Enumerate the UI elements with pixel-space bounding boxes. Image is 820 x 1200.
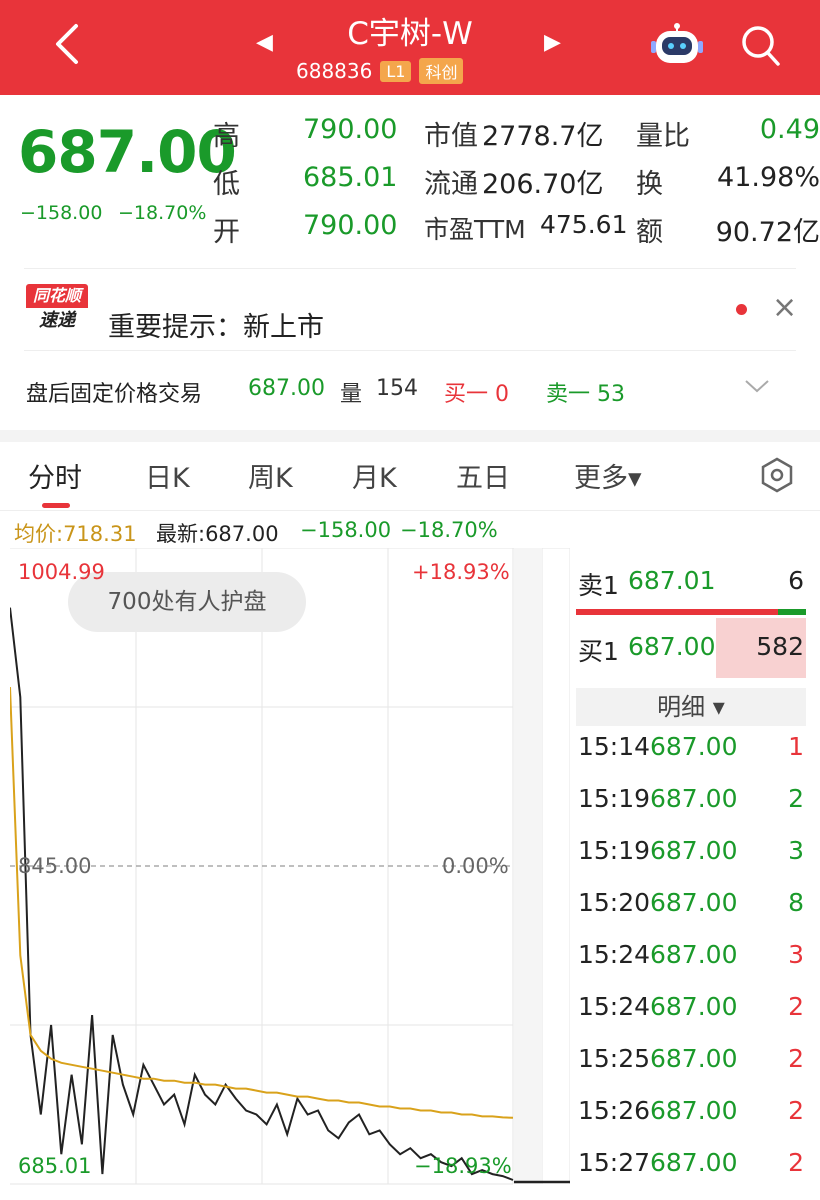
chart-max-pct: +18.93% — [412, 560, 510, 584]
market-cap-value: 2778.7亿 — [482, 121, 604, 152]
pe-label: 市盈TTM — [424, 215, 526, 244]
turnover-label: 换 — [636, 169, 663, 200]
search-icon[interactable] — [738, 22, 782, 68]
tab-daily-k[interactable]: 日K — [145, 456, 190, 495]
sell1-volume: 6 — [788, 566, 804, 595]
latest-price: 最新:687.00 — [156, 522, 279, 546]
volume-ratio-value: 0.49 — [759, 114, 820, 145]
market-cap-label: 市值 — [424, 121, 478, 152]
tick-volume: 2 — [788, 784, 804, 813]
tick-volume: 3 — [788, 836, 804, 865]
unread-dot — [736, 304, 747, 315]
tick-volume: 2 — [788, 992, 804, 1021]
tick-time: 15:25 — [578, 1044, 651, 1073]
tick-time: 15:24 — [578, 992, 651, 1021]
sell1-price: 687.01 — [628, 566, 716, 595]
sub-change: −158.00 — [300, 518, 392, 542]
after-hours-buy1: 买一 0 — [444, 382, 509, 407]
volume-ratio-label: 量比 — [636, 121, 690, 152]
tick-volume: 3 — [788, 940, 804, 969]
tick-price: 687.00 — [650, 992, 738, 1021]
tick-price: 687.00 — [650, 940, 738, 969]
float-cap-value: 206.70亿 — [482, 169, 604, 200]
tick-price: 687.00 — [650, 1044, 738, 1073]
tick-time: 15:14 — [578, 732, 651, 761]
tick-price: 687.00 — [650, 888, 738, 917]
divider — [24, 268, 796, 269]
chart-min-label: 685.01 — [18, 1154, 92, 1178]
tick-price: 687.00 — [650, 732, 738, 761]
tab-monthly-k[interactable]: 月K — [352, 456, 397, 495]
turnover-value: 41.98% — [717, 162, 820, 193]
sell-ratio-bar — [576, 609, 778, 615]
pe-value: 475.61 — [540, 210, 628, 239]
tick-time: 15:19 — [578, 784, 651, 813]
tab-five-day[interactable]: 五日 — [456, 456, 510, 495]
after-hours-sell1: 卖一 53 — [546, 382, 625, 407]
stock-code: 688836 — [296, 59, 373, 83]
tick-time: 15:20 — [578, 888, 651, 917]
prev-stock-icon[interactable]: ◀ — [256, 30, 273, 55]
amount-value: 90.72亿 — [715, 217, 820, 248]
tick-volume: 1 — [788, 732, 804, 761]
buy1-label: 买1 — [578, 637, 619, 666]
tick-price: 687.00 — [650, 1148, 738, 1177]
after-hours-vol-label: 量 — [340, 382, 363, 407]
tab-intraday[interactable]: 分时 — [28, 456, 82, 495]
assistant-robot-icon[interactable] — [650, 22, 704, 68]
alert-message[interactable]: 重要提示：新上市 — [108, 305, 324, 344]
stock-code-row: 688836 L1 科创 — [296, 58, 464, 84]
close-icon[interactable]: × — [772, 290, 797, 325]
buy-ratio-bar — [778, 609, 806, 615]
board-badge: 科创 — [419, 58, 464, 84]
low-value: 685.01 — [303, 162, 398, 193]
chevron-down-icon[interactable] — [744, 378, 770, 394]
tick-price: 687.00 — [650, 784, 738, 813]
active-tab-indicator — [42, 503, 70, 508]
tick-time: 15:27 — [578, 1148, 651, 1177]
tick-time: 15:26 — [578, 1096, 651, 1125]
high-value: 790.00 — [303, 114, 398, 145]
price-change: −158.00 — [20, 202, 103, 224]
top-bar: C宇树-W ◀ ▶ 688836 L1 科创 — [0, 0, 820, 95]
chart-mid-label: 845.00 — [18, 854, 92, 878]
chart-min-pct: −18.93% — [414, 1154, 512, 1178]
after-hours-label: 盘后固定价格交易 — [26, 382, 203, 407]
tick-volume: 2 — [788, 1148, 804, 1177]
divider — [24, 350, 796, 351]
low-label: 低 — [213, 169, 240, 200]
tab-more[interactable]: 更多▾ — [574, 456, 642, 495]
after-hours-vol: 154 — [376, 376, 418, 401]
sub-change-percent: −18.70% — [400, 518, 498, 542]
tick-price: 687.00 — [650, 1096, 738, 1125]
after-hours-price: 687.00 — [248, 376, 325, 401]
chart-max-label: 1004.99 — [18, 560, 105, 584]
tick-price: 687.00 — [650, 836, 738, 865]
high-label: 高 — [213, 121, 240, 152]
tick-time: 15:24 — [578, 940, 651, 969]
divider — [0, 510, 820, 511]
detail-dropdown[interactable]: 明细 ▾ — [576, 688, 806, 726]
chart-settings-icon[interactable] — [758, 456, 796, 494]
ths-news-logo: 同花顺 速递 — [26, 284, 88, 336]
open-value: 790.00 — [303, 210, 398, 241]
tick-volume: 2 — [788, 1044, 804, 1073]
last-price: 687.00 — [18, 118, 237, 186]
tab-weekly-k[interactable]: 周K — [248, 456, 293, 495]
tick-volume: 2 — [788, 1096, 804, 1125]
chart-mid-pct: 0.00% — [442, 854, 509, 878]
buy1-price: 687.00 — [628, 632, 716, 661]
sell1-label: 卖1 — [578, 571, 619, 600]
tick-time: 15:19 — [578, 836, 651, 865]
amount-label: 额 — [636, 217, 663, 248]
tick-volume: 8 — [788, 888, 804, 917]
price-change-percent: −18.70% — [118, 202, 207, 224]
next-stock-icon[interactable]: ▶ — [544, 30, 561, 55]
open-label: 开 — [213, 217, 240, 248]
section-gap — [0, 430, 820, 442]
buy1-volume: 582 — [756, 632, 804, 661]
level-badge: L1 — [380, 60, 412, 82]
avg-price: 均价:718.31 — [14, 522, 137, 546]
float-cap-label: 流通 — [424, 169, 478, 200]
